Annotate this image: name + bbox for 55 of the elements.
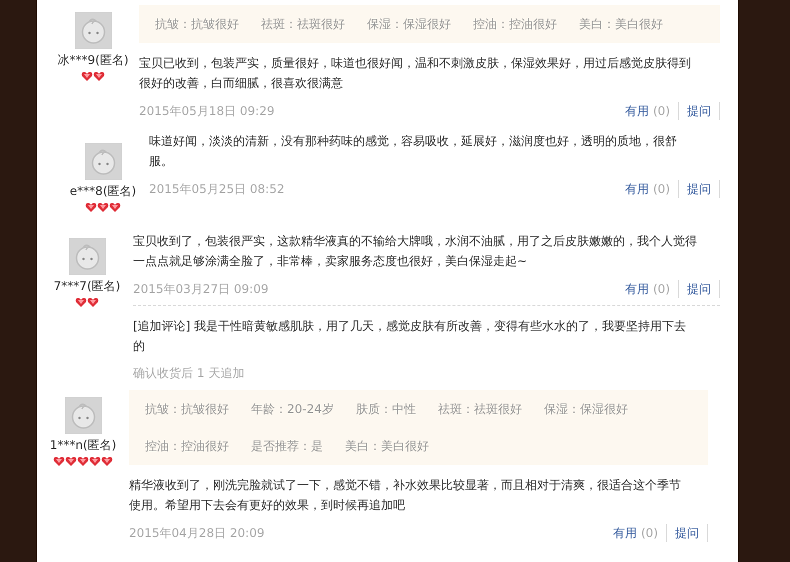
tag-text: 美白：美白很好 [345,438,429,455]
review-text: 味道好闻，淡淡的清新，没有那种药味的感觉，容易吸收，延展好，滋润度也好，透明的质地，很舒服。 [149,133,678,170]
heart-icon [89,456,101,467]
appended-review-text: [追加评论] 我是干性暗黄敏感肌肤，用了几天，感觉皮肤有所改善，变得有些水水的了，我要坚持用下去的 [133,318,688,355]
tag-text: 控油：控油很好 [145,438,229,455]
user-name: 7***7(匿名) [54,278,120,295]
avatar-icon [84,143,122,180]
review-text: 宝贝已收到，包装严实，质量很好，味道也很好闻，温和不刺激皮肤，保湿效果好，用过后感觉皮肤得到很好的改善，白而细腻，很喜欢很满意 [139,55,692,92]
tag-text: 控油：控油很好 [473,16,557,33]
heart-icon [109,202,121,213]
ask-link[interactable]: 提问 [667,524,708,542]
useful-count: (0) [653,102,679,120]
heart-icon [65,456,77,467]
user-name: 1***n(匿名) [50,437,116,454]
append-note: 确认收货后 1 天追加 [133,365,246,382]
heart-icon [97,202,109,213]
ask-link[interactable]: 提问 [679,280,720,298]
user-name: e***8(匿名) [70,183,136,200]
avatar-icon [68,238,106,275]
tag-text: 是否推荐：是 [251,438,323,455]
heart-icon [75,297,87,308]
tag-text: 保湿：保湿很好 [367,16,451,33]
user-name: 冰***9(匿名) [58,52,128,69]
heart-icon [87,297,99,308]
useful-link[interactable]: 有用 [625,280,649,298]
tag-text: 祛斑：祛斑很好 [261,16,345,33]
avatar-icon [64,397,102,434]
ask-link[interactable]: 提问 [679,102,720,120]
heart-icon [81,71,93,82]
heart-icon [53,456,65,467]
useful-count: (0) [653,280,679,298]
heart-icon [77,456,89,467]
useful-link[interactable]: 有用 [613,524,637,542]
tag-text: 美白：美白很好 [579,16,663,33]
review-date: 2015年05月18日 09:29 [139,103,274,120]
avatar-icon [74,12,112,49]
useful-count: (0) [653,180,679,198]
heart-icon [85,202,97,213]
review-text: 宝贝收到了，包装很严实，这款精华液真的不输给大牌哦，水润不油腻，用了之后皮肤嫩嫩的，我个人觉得一点点就足够涂满全脸了，非常棒，卖家服务态度也很好，美白保湿走起~ [133,233,698,270]
heart-icon [93,71,105,82]
tag-text: 年龄：20-24岁 [251,401,334,418]
heart-icon [101,456,113,467]
useful-link[interactable]: 有用 [625,102,649,120]
tag-text: 抗皱：抗皱很好 [155,16,239,33]
useful-count: (0) [641,524,667,542]
review-text: 精华液收到了，刚洗完脸就试了一下，感觉不错，补水效果比较显著，而且相对于清爽，很适合这个季节使用。希望用下去会有更好的效果，到时候再追加吧 [129,477,682,514]
ask-link[interactable]: 提问 [679,180,720,198]
review-date: 2015年03月27日 09:09 [133,281,268,298]
tag-text: 祛斑：祛斑很好 [438,401,522,418]
tag-text: 肤质：中性 [356,401,416,418]
tag-text: 抗皱：抗皱很好 [145,401,229,418]
review-date: 2015年04月28日 20:09 [129,525,264,542]
review-date: 2015年05月25日 08:52 [149,181,284,198]
tag-text: 保湿：保湿很好 [544,401,628,418]
useful-link[interactable]: 有用 [625,180,649,198]
